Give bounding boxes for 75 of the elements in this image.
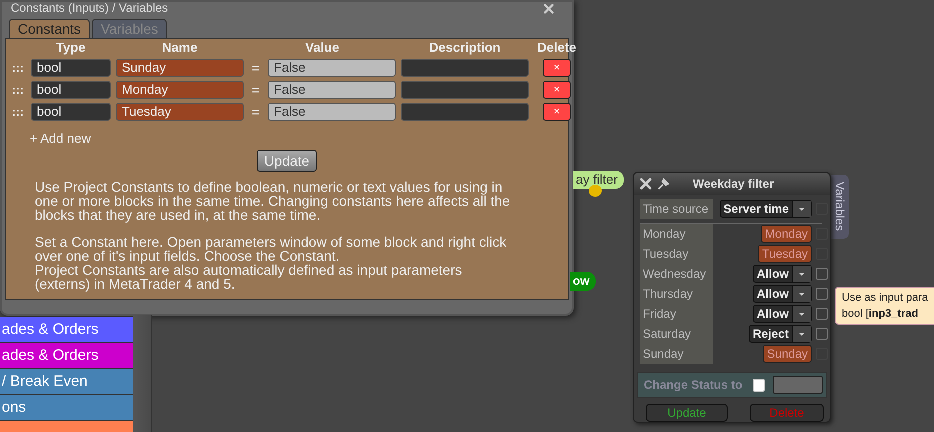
param-label: Friday (640, 304, 713, 324)
checkbox[interactable] (753, 378, 765, 392)
sidebar-item[interactable]: ons (0, 395, 133, 421)
help-text: Use Project Constants to define boolean, numeric or text values for using in one or more blocks in the same time. Changing constants here affects all the blocks that they are used in, at the same time. (35, 180, 512, 222)
caret-icon (792, 306, 811, 322)
window-title: Weekday filter (693, 177, 774, 191)
select-dropdown[interactable]: Allow (753, 265, 812, 283)
param-label: Sunday (640, 344, 713, 364)
update-button[interactable]: Update (257, 150, 317, 172)
checkbox[interactable] (816, 308, 828, 320)
sidebar-item[interactable]: ades & Orders (0, 317, 133, 343)
tab[interactable]: Constants (9, 19, 90, 38)
tooltip-text: bool [inp3_trad (842, 308, 920, 320)
drag-handle[interactable]: ::: (12, 83, 26, 97)
param-label: Wednesday (640, 264, 713, 284)
drag-handle[interactable]: ::: (12, 61, 26, 75)
column-header: Value (304, 40, 340, 55)
description-field[interactable] (401, 103, 529, 121)
constant-badge[interactable]: Monday (761, 225, 812, 243)
add-new-link[interactable]: + Add new (30, 131, 92, 146)
caret-icon (792, 201, 811, 217)
filter-node[interactable]: ay filter (573, 171, 624, 189)
tooltip-text: Use as input para (842, 292, 930, 304)
action-node[interactable]: ow (570, 272, 596, 291)
scrollbar[interactable] (133, 315, 152, 432)
variables-tab[interactable]: Variables (831, 175, 849, 239)
type-field[interactable]: bool (31, 59, 111, 77)
delete-button[interactable]: × (543, 81, 571, 99)
description-field[interactable] (401, 81, 529, 99)
delete-button[interactable]: × (543, 59, 571, 77)
value-field[interactable]: False (268, 103, 396, 121)
change-status-label: Change Status to (644, 378, 744, 392)
help-text: Set a Constant here. Open parameters window of some block and right click over one of it's input fields. Choose the Constant. Project Constants are also automatically defined as input parameters (externs) in MetaTrader 4 and 5. (35, 235, 508, 291)
param-label: Monday (640, 224, 713, 244)
param-label: Tuesday (640, 244, 713, 264)
equals-sign: = (250, 60, 262, 76)
dialog-title: Constants (Inputs) / Variables (11, 2, 168, 15)
name-field[interactable]: Monday (116, 81, 244, 99)
name-field[interactable]: Sunday (116, 59, 244, 77)
equals-sign: = (250, 82, 262, 98)
column-header: Name (161, 40, 199, 55)
equals-sign: = (250, 104, 262, 120)
value-field[interactable]: False (268, 59, 396, 77)
connector-dot[interactable] (589, 185, 602, 197)
constant-badge[interactable]: Tuesday (758, 245, 812, 263)
select-dropdown[interactable]: Server time (720, 200, 812, 218)
name-field[interactable]: Tuesday (116, 103, 244, 121)
value-field[interactable]: False (268, 81, 396, 99)
close-icon[interactable] (543, 2, 555, 14)
select-dropdown[interactable]: Reject (748, 325, 812, 343)
checkbox[interactable] (816, 328, 828, 340)
close-icon[interactable] (639, 177, 653, 191)
sidebar-item[interactable]: / Break Even (0, 369, 133, 395)
param-label: Thursday (640, 284, 713, 304)
caret-icon (792, 286, 811, 302)
type-field[interactable]: bool (31, 103, 111, 121)
column-header: Type (55, 40, 87, 55)
param-label: Time source (640, 199, 713, 219)
select-dropdown[interactable]: Allow (753, 285, 812, 303)
drag-handle[interactable]: ::: (12, 105, 26, 119)
update-button[interactable]: Update (646, 404, 728, 422)
constant-badge[interactable]: Sunday (763, 345, 812, 363)
checkbox[interactable] (816, 268, 828, 280)
caret-icon (792, 266, 811, 282)
select-dropdown[interactable]: Allow (753, 305, 812, 323)
description-field[interactable] (401, 59, 529, 77)
pin-icon[interactable] (657, 177, 671, 191)
status-field[interactable] (773, 376, 823, 394)
checkbox[interactable] (816, 288, 828, 300)
sidebar-item[interactable]: ades & Orders (0, 343, 133, 369)
column-header: Description (428, 40, 502, 55)
caret-icon (792, 326, 811, 342)
type-field[interactable]: bool (31, 81, 111, 99)
param-label: Saturday (640, 324, 713, 344)
delete-button[interactable]: × (543, 103, 571, 121)
